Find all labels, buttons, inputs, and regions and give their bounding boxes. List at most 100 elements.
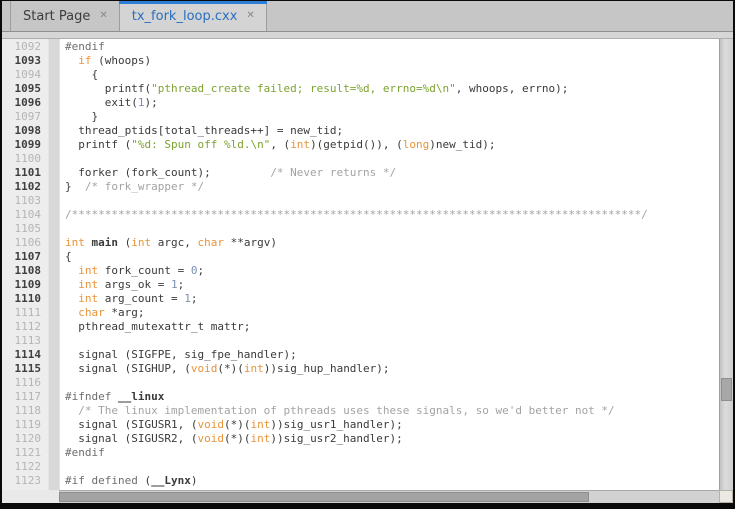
code-line[interactable]: 1120 signal (SIGUSR2, (void(*)(int))sig_… xyxy=(2,432,719,446)
line-number[interactable]: 1106 xyxy=(2,236,48,250)
line-number[interactable]: 1110 xyxy=(2,292,48,306)
code-text: #ifndef __linux xyxy=(60,390,164,404)
line-number[interactable]: 1115 xyxy=(2,362,48,376)
code-line[interactable]: 1105 xyxy=(2,222,719,236)
line-number[interactable]: 1124 xyxy=(2,488,48,490)
tab-start-page[interactable]: Start Page ✕ xyxy=(10,1,120,31)
fold-margin xyxy=(48,124,60,138)
code-line[interactable]: 1111 char *arg; xyxy=(2,306,719,320)
code-line[interactable]: 1118 /* The linux implementation of pthr… xyxy=(2,404,719,418)
code-line[interactable]: 1096 exit(1); xyxy=(2,96,719,110)
fold-margin xyxy=(48,320,60,334)
fold-margin xyxy=(48,166,60,180)
vertical-scrollbar[interactable] xyxy=(719,39,733,490)
line-number[interactable]: 1122 xyxy=(2,460,48,474)
vertical-scrollbar-thumb[interactable] xyxy=(721,378,732,401)
code-line[interactable]: 1114 signal (SIGFPE, sig_fpe_handler); xyxy=(2,348,719,362)
fold-margin xyxy=(48,278,60,292)
line-number[interactable]: 1121 xyxy=(2,446,48,460)
horizontal-scrollbar-thumb[interactable] xyxy=(59,492,589,502)
fold-margin xyxy=(48,404,60,418)
line-number[interactable]: 1112 xyxy=(2,320,48,334)
code-text: exit(1); xyxy=(60,96,158,110)
code-line[interactable]: 1095 printf("pthread_create failed; resu… xyxy=(2,82,719,96)
line-number[interactable]: 1097 xyxy=(2,110,48,124)
line-number[interactable]: 1100 xyxy=(2,152,48,166)
code-line[interactable]: 1094 { xyxy=(2,68,719,82)
code-line[interactable]: 1108 int fork_count = 0; xyxy=(2,264,719,278)
code-text: signal (SIGFPE, sig_fpe_handler); xyxy=(60,348,297,362)
line-number[interactable]: 1119 xyxy=(2,418,48,432)
line-number[interactable]: 1107 xyxy=(2,250,48,264)
editor-area: 1092#endif1093 if (whoops)1094 {1095 pri… xyxy=(2,39,733,490)
code-text: thread_ptids[total_threads++] = new_tid; xyxy=(60,124,343,138)
code-text xyxy=(60,334,65,348)
fold-margin xyxy=(48,292,60,306)
close-icon[interactable]: ✕ xyxy=(98,10,108,22)
line-number[interactable]: 1101 xyxy=(2,166,48,180)
code-line[interactable]: 1104 /***********************************… xyxy=(2,208,719,222)
code-text: int arg_count = 1; xyxy=(60,292,197,306)
code-line[interactable]: 1119 signal (SIGUSR1, (void(*)(int))sig_… xyxy=(2,418,719,432)
tab-bar-empty-area xyxy=(267,1,733,31)
code-line[interactable]: 1110 int arg_count = 1; xyxy=(2,292,719,306)
fold-margin xyxy=(48,348,60,362)
code-line[interactable]: 1113 xyxy=(2,334,719,348)
code-line[interactable]: 1103 xyxy=(2,194,719,208)
code-line[interactable]: 1102 } /* fork_wrapper */ xyxy=(2,180,719,194)
code-text: char *arg; xyxy=(60,306,145,320)
code-line[interactable]: 1100 xyxy=(2,152,719,166)
close-icon[interactable]: ✕ xyxy=(245,10,255,22)
line-number[interactable]: 1098 xyxy=(2,124,48,138)
code-line[interactable]: 1122 xyxy=(2,460,719,474)
line-number[interactable]: 1114 xyxy=(2,348,48,362)
line-number[interactable]: 1096 xyxy=(2,96,48,110)
code-viewport[interactable]: 1092#endif1093 if (whoops)1094 {1095 pri… xyxy=(2,39,719,490)
line-number[interactable]: 1102 xyxy=(2,180,48,194)
code-line[interactable]: 1117 #ifndef __linux xyxy=(2,390,719,404)
horizontal-scrollbar[interactable] xyxy=(59,490,719,503)
code-line[interactable]: 1107{ xyxy=(2,250,719,264)
code-line[interactable]: 1112 pthread_mutexattr_t mattr; xyxy=(2,320,719,334)
line-number[interactable]: 1099 xyxy=(2,138,48,152)
line-number[interactable]: 1109 xyxy=(2,278,48,292)
code-line[interactable]: 1115 signal (SIGHUP, (void(*)(int))sig_h… xyxy=(2,362,719,376)
fold-margin xyxy=(48,54,60,68)
code-line[interactable]: 1097 } xyxy=(2,110,719,124)
line-number[interactable]: 1092 xyxy=(2,40,48,54)
code-line[interactable]: 1098 thread_ptids[total_threads++] = new… xyxy=(2,124,719,138)
line-number[interactable]: 1120 xyxy=(2,432,48,446)
line-number[interactable]: 1123 xyxy=(2,474,48,488)
code-line[interactable]: 1106int main (int argc, char **argv) xyxy=(2,236,719,250)
code-line[interactable]: 1121#endif xyxy=(2,446,719,460)
code-text: } /* fork_wrapper */ xyxy=(60,180,204,194)
fold-margin xyxy=(48,334,60,348)
code-lines: 1092#endif1093 if (whoops)1094 {1095 pri… xyxy=(2,40,719,490)
line-number[interactable]: 1117 xyxy=(2,390,48,404)
code-line[interactable]: 1101 forker (fork_count); /* Never retur… xyxy=(2,166,719,180)
line-number[interactable]: 1118 xyxy=(2,404,48,418)
line-number[interactable]: 1108 xyxy=(2,264,48,278)
line-number[interactable]: 1094 xyxy=(2,68,48,82)
code-line[interactable]: 1116 xyxy=(2,376,719,390)
line-number[interactable]: 1093 xyxy=(2,54,48,68)
line-number[interactable]: 1104 xyxy=(2,208,48,222)
line-number[interactable]: 1111 xyxy=(2,306,48,320)
code-text: int args_ok = 1; xyxy=(60,278,184,292)
line-number[interactable]: 1113 xyxy=(2,334,48,348)
code-line[interactable]: 1093 if (whoops) xyxy=(2,54,719,68)
code-text: /***************************************… xyxy=(60,208,648,222)
fold-margin xyxy=(48,96,60,110)
code-line[interactable]: 1099 printf ("%d: Spun off %ld.\n", (int… xyxy=(2,138,719,152)
line-number[interactable]: 1116 xyxy=(2,376,48,390)
line-number[interactable]: 1103 xyxy=(2,194,48,208)
line-number[interactable]: 1105 xyxy=(2,222,48,236)
line-number[interactable]: 1095 xyxy=(2,82,48,96)
tab-tx-fork-loop[interactable]: tx_fork_loop.cxx ✕ xyxy=(119,1,267,31)
code-line[interactable]: 1092#endif xyxy=(2,40,719,54)
code-line[interactable]: 1123#if defined (__Lynx) xyxy=(2,474,719,488)
code-line[interactable]: 1109 int args_ok = 1; xyxy=(2,278,719,292)
fold-margin xyxy=(48,110,60,124)
fold-margin xyxy=(48,460,60,474)
editor-window: Start Page ✕ tx_fork_loop.cxx ✕ 1092#end… xyxy=(2,1,733,503)
